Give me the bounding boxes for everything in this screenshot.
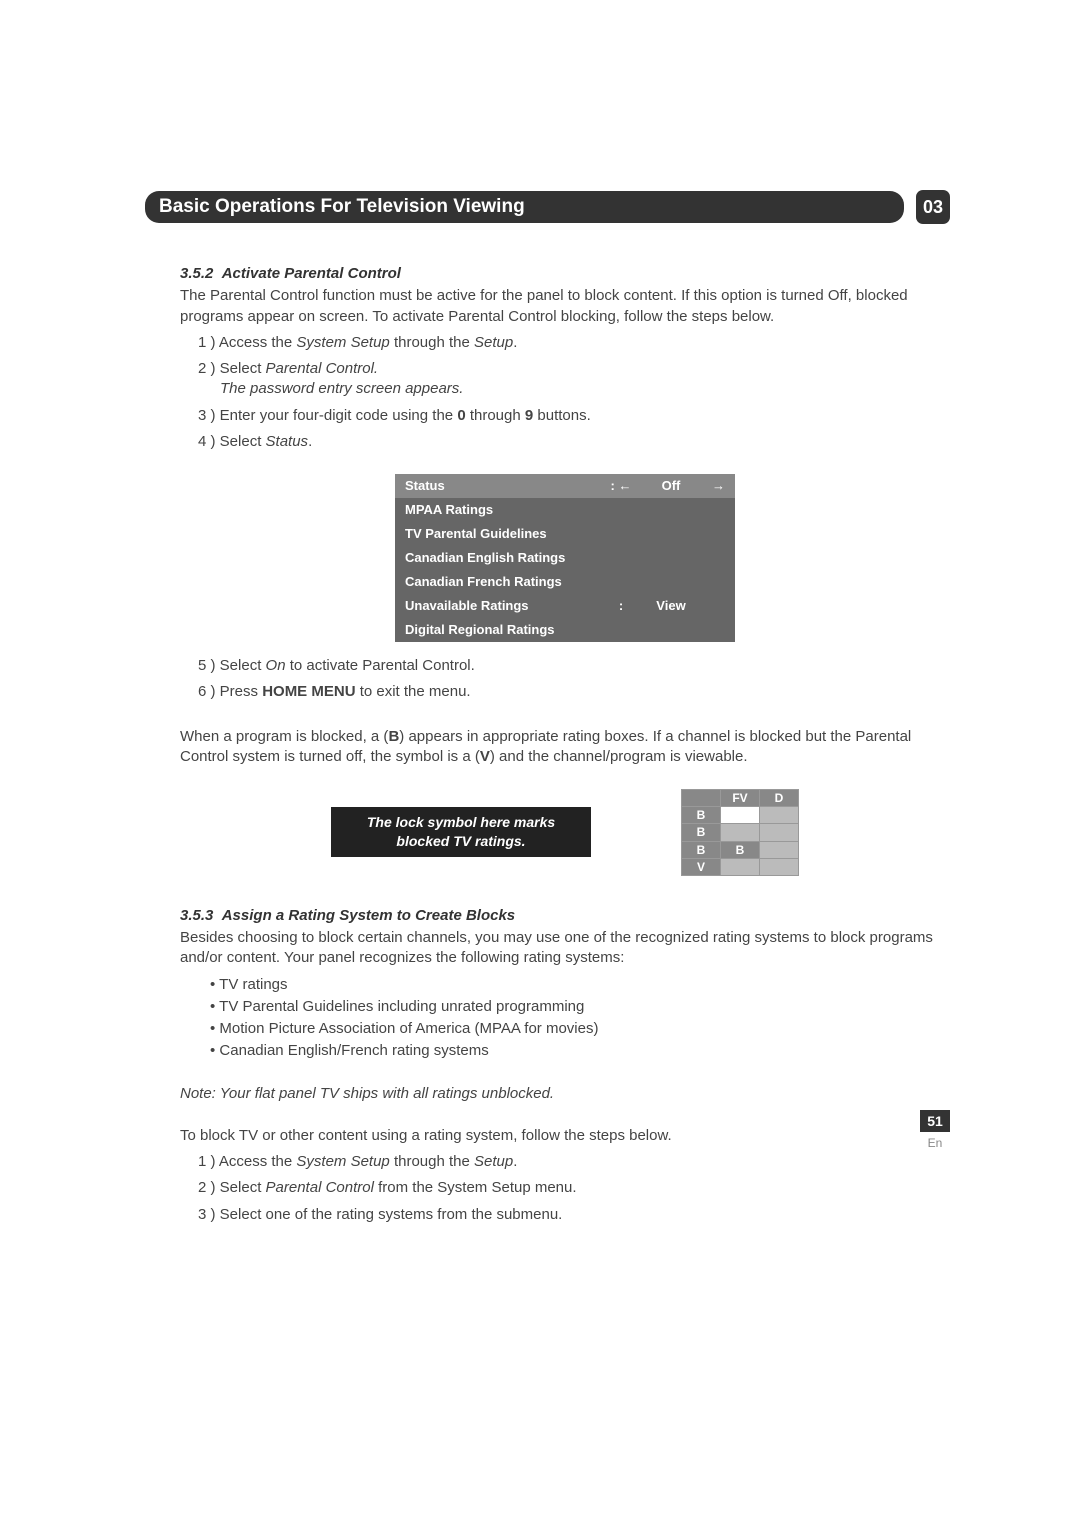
step-3: 3 ) Enter your four-digit code using the… [198,406,950,426]
subsection-number: 3.5.3 [180,907,213,924]
bullet-item: Motion Picture Association of America (M… [210,1019,950,1039]
subsection-title: Assign a Rating System to Create Blocks [222,907,515,924]
intro-paragraph: The Parental Control function must be ac… [180,286,950,327]
page-footer: 51 En [920,1110,950,1150]
menu-row-status: Status : ← Off → [395,474,735,498]
bullet-item: Canadian English/French rating systems [210,1041,950,1061]
menu-row: MPAA Ratings [395,498,735,522]
menu-row: TV Parental Guidelines [395,522,735,546]
step-5: 5 ) Select On to activate Parental Contr… [198,656,950,676]
step-2b: 2 ) Select Parental Control from the Sys… [198,1178,950,1198]
step-1b: 1 ) Access the System Setup through the … [198,1152,950,1172]
step-6: 6 ) Press HOME MENU to exit the menu. [198,682,950,702]
subsection-heading-2: 3.5.3 Assign a Rating System to Create B… [180,906,950,926]
menu-row: Canadian French Ratings [395,570,735,594]
subsection-number: 3.5.2 [180,265,213,282]
menu-row: Unavailable Ratings:View [395,594,735,618]
menu-row: Canadian English Ratings [395,546,735,570]
subsection-title: Activate Parental Control [222,265,401,282]
section-title: Basic Operations For Television Viewing [159,196,525,218]
step-1: 1 ) Access the System Setup through the … [198,333,950,353]
lead-paragraph: To block TV or other content using a rat… [180,1126,950,1146]
intro-paragraph-2: Besides choosing to block certain channe… [180,928,950,969]
step-2: 2 ) Select Parental Control.The password… [198,359,950,400]
bullet-item: TV ratings [210,975,950,995]
subsection-heading: 3.5.2 Activate Parental Control [180,264,950,284]
section-title-bar: Basic Operations For Television Viewing [145,191,904,223]
bullet-item: TV Parental Guidelines including unrated… [210,997,950,1017]
menu-row: Digital Regional Ratings [395,618,735,642]
step-4: 4 ) Select Status. [198,432,950,452]
note: Note: Your flat panel TV ships with all … [180,1084,950,1104]
page-header: Basic Operations For Television Viewing … [145,190,950,224]
blocked-paragraph: When a program is blocked, a (B) appears… [180,727,950,768]
onscreen-menu: Status : ← Off → MPAA Ratings TV Parenta… [395,474,735,642]
callout-box: The lock symbol here marks blocked TV ra… [331,807,591,857]
step-3b: 3 ) Select one of the rating systems fro… [198,1205,950,1225]
chapter-badge: 03 [916,190,950,224]
bullet-list: TV ratings TV Parental Guidelines includ… [210,975,950,1062]
rating-grid: FVD B B BB V [681,789,799,876]
page-number-badge: 51 [920,1110,950,1132]
language-label: En [920,1136,950,1150]
